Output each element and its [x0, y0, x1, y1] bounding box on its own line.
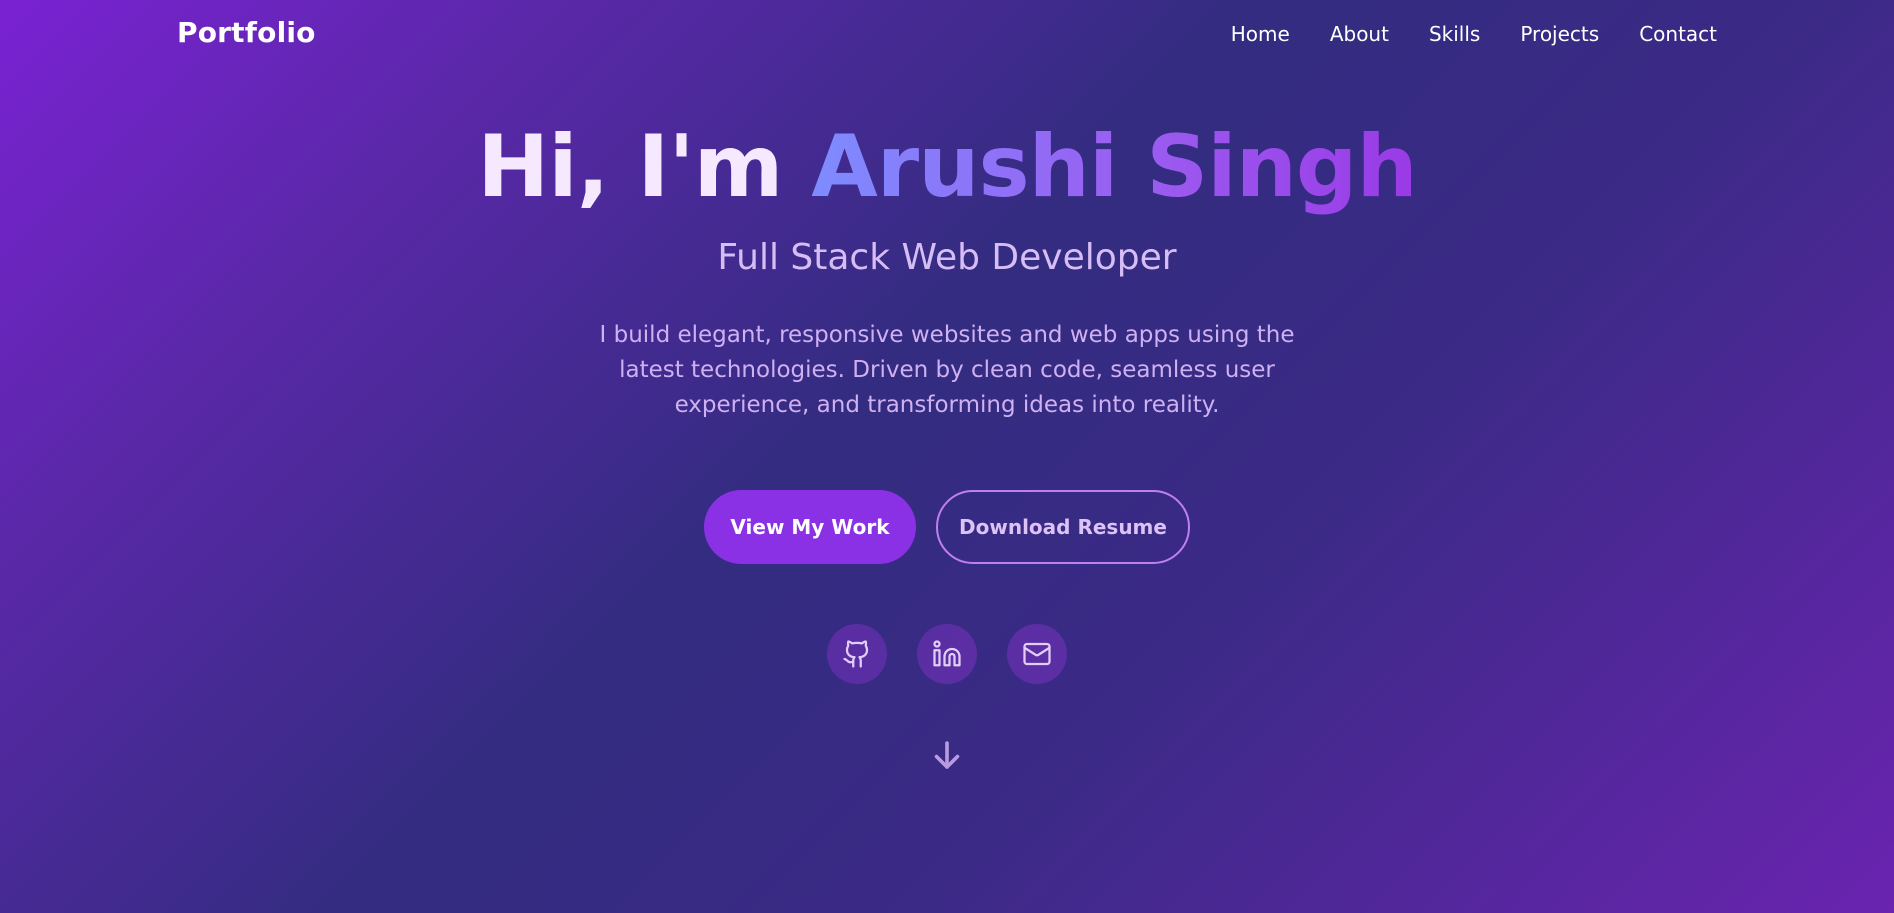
nav-link-skills[interactable]: Skills [1429, 22, 1480, 46]
arrow-down-icon [934, 741, 960, 769]
linkedin-icon [933, 640, 961, 667]
scroll-down-indicator[interactable] [929, 737, 965, 773]
mail-icon [1023, 642, 1051, 666]
navbar: Portfolio Home About Skills Projects Con… [0, 0, 1894, 70]
nav-link-projects[interactable]: Projects [1520, 22, 1599, 46]
hero-greeting: Hi, I'm [477, 117, 812, 217]
social-links [0, 624, 1894, 684]
hero-buttons: View My Work Download Resume [0, 490, 1894, 564]
email-link[interactable] [1007, 624, 1067, 684]
nav-links: Home About Skills Projects Contact [1231, 22, 1717, 46]
hero-name: Arushi Singh [811, 117, 1417, 217]
nav-link-home[interactable]: Home [1231, 22, 1290, 46]
view-my-work-button[interactable]: View My Work [704, 490, 916, 564]
linkedin-link[interactable] [917, 624, 977, 684]
nav-link-contact[interactable]: Contact [1639, 22, 1717, 46]
nav-link-about[interactable]: About [1330, 22, 1389, 46]
hero-subtitle: Full Stack Web Developer [717, 236, 1177, 278]
github-icon [843, 640, 869, 668]
logo[interactable]: Portfolio [177, 16, 316, 49]
hero-headline: Hi, I'm Arushi Singh [0, 120, 1894, 215]
download-resume-button[interactable]: Download Resume [936, 490, 1190, 564]
hero-section: Hi, I'm Arushi Singh Full Stack Web Deve… [0, 120, 1894, 423]
github-link[interactable] [827, 624, 887, 684]
hero-description: I build elegant, responsive websites and… [599, 321, 1295, 418]
